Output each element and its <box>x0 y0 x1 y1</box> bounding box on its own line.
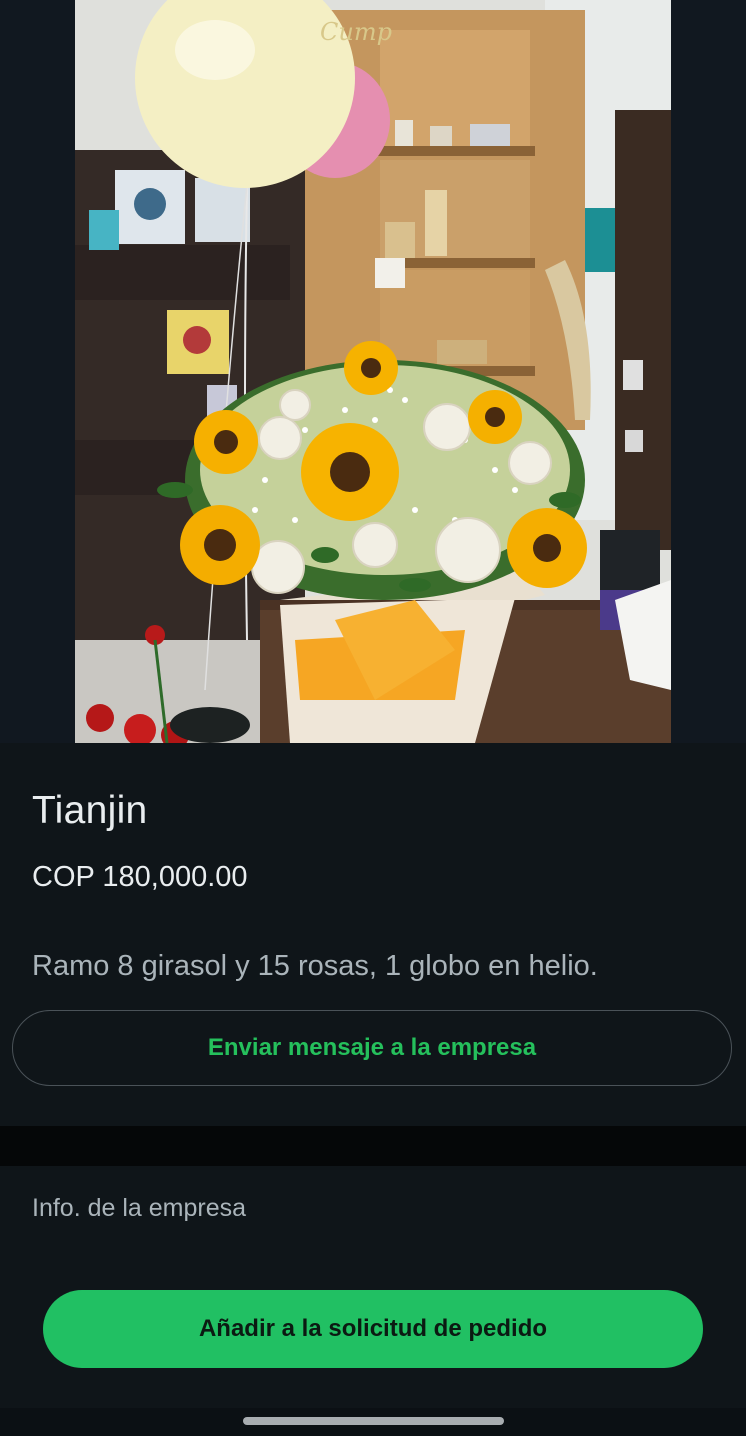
product-image-area: Cump <box>0 0 746 743</box>
product-detail-screen: Cump Tianjin COP 180,000.00 Ramo 8 giras… <box>0 0 746 1436</box>
section-divider <box>0 1126 746 1166</box>
product-description: Ramo 8 girasol y 15 rosas, 1 globo en he… <box>32 950 598 982</box>
svg-text:Cump: Cump <box>320 18 392 46</box>
home-indicator[interactable] <box>243 1417 504 1425</box>
company-info-section: Info. de la empresa Añadir a la solicitu… <box>0 1166 746 1408</box>
company-info-link[interactable]: Info. de la empresa <box>32 1194 246 1223</box>
system-nav-bar <box>0 1408 746 1436</box>
product-price: COP 180,000.00 <box>32 861 248 893</box>
add-to-order-button[interactable]: Añadir a la solicitud de pedido <box>43 1290 703 1368</box>
product-title: Tianjin <box>32 789 148 832</box>
product-image[interactable]: Cump <box>75 0 671 743</box>
message-business-button[interactable]: Enviar mensaje a la empresa <box>12 1010 732 1086</box>
product-details-section: Tianjin COP 180,000.00 Ramo 8 girasol y … <box>0 743 746 1126</box>
